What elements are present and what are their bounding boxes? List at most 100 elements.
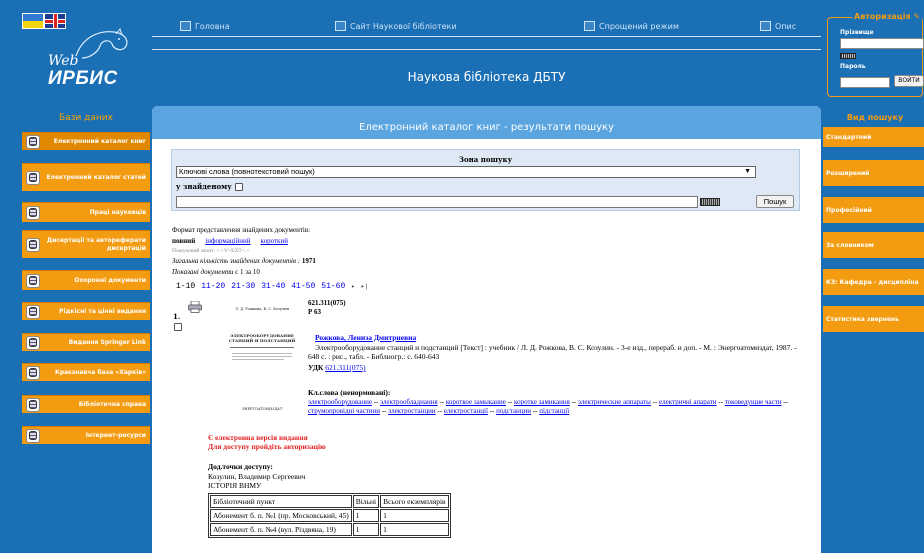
database-icon [26, 134, 40, 149]
nav-home-label: Головна [195, 21, 230, 31]
holdings-table: Бібліотечний пункт Вільні Всього екземпл… [208, 493, 451, 538]
shown-documents-value: с 1 за 10 [235, 268, 260, 276]
keyboard-icon[interactable] [700, 198, 720, 206]
keywords-title: Кл.слова (ненормовані): [308, 388, 391, 397]
page-link[interactable]: 31-40 [261, 282, 285, 291]
db-item-label: Бібліотечна справа [78, 400, 146, 408]
keyword-separator: -- [380, 407, 389, 415]
database-icon [26, 304, 40, 319]
english-flag-icon[interactable] [44, 13, 66, 29]
record-shelfmark: 621.311(075) Р 63 [308, 299, 346, 317]
format-full[interactable]: повний [172, 237, 195, 245]
nav-description[interactable]: Опис [760, 18, 796, 34]
nav-simple-mode[interactable]: Спрощений режим [584, 18, 679, 34]
search-view-standard[interactable]: Стандартний [823, 127, 924, 147]
db-item-articles-catalog[interactable]: Електронний каталог статей [22, 163, 150, 191]
db-item-label: Дисертації та автореферати дисертацій [46, 236, 146, 252]
ukrainian-flag-icon[interactable] [22, 13, 44, 29]
keyword-link[interactable]: токоведущие части [725, 398, 782, 406]
db-item-label: Краєзнавча база «Харків» [54, 368, 146, 376]
keyword-link[interactable]: электрообладнання [380, 398, 438, 406]
login-button[interactable]: ВОЙТИ [894, 75, 924, 87]
keyword-link[interactable]: короткое замыкание [446, 398, 506, 406]
authorization-title: Авторизація ✎ [852, 12, 923, 21]
keyword-separator: -- [435, 407, 444, 415]
search-button[interactable]: Пошук [756, 195, 794, 208]
db-item-dissertations[interactable]: Дисертації та автореферати дисертацій [22, 230, 150, 258]
access-point-person: Козулин, Владимир Сергеевич [208, 472, 306, 481]
db-item-label: Видання Springer Link [68, 338, 146, 346]
in-found-checkbox[interactable] [234, 182, 243, 191]
table-row: Абонемент б. п. №1 (пр. Московський, 45)… [210, 509, 449, 522]
search-view-department-discipline[interactable]: КЗ: Кафедра - дисципліна [823, 269, 924, 295]
access-points-title: Дод.точки доступу: [208, 462, 273, 471]
surname-input[interactable] [840, 38, 924, 49]
keyword-link[interactable]: электрические аппараты [578, 398, 651, 406]
next-page-icon[interactable]: ▸ [351, 283, 355, 290]
db-item-internet-resources[interactable]: Інтернет-ресурси [22, 426, 150, 444]
in-found-option: у знайденому [176, 182, 243, 191]
keyword-link[interactable]: струмопровідні частини [308, 407, 380, 415]
db-item-springer-link[interactable]: Видання Springer Link [22, 333, 150, 351]
page-link[interactable]: 11-20 [201, 282, 225, 291]
keyword-separator: -- [505, 398, 515, 406]
record-udc: УДК 621.311(075) [308, 363, 366, 372]
page-link[interactable]: 21-30 [231, 282, 255, 291]
databases-heading: Бази даних [59, 113, 113, 123]
search-view-dictionary[interactable]: За словником [823, 232, 924, 258]
database-icon [26, 335, 40, 350]
keyword-link[interactable]: електростанції [444, 407, 488, 415]
search-view-professional[interactable]: Професійний [823, 197, 924, 223]
search-view-extended[interactable]: Розширений [823, 160, 924, 186]
nav-library-site[interactable]: Сайт Наукової бібліотеки [335, 18, 457, 34]
holdings-cell: Абонемент б. п. №1 (пр. Московський, 45) [210, 509, 352, 522]
search-input[interactable] [176, 196, 698, 208]
search-view-heading: Вид пошуку [846, 113, 904, 122]
keyword-link[interactable]: электростанции [388, 407, 435, 415]
book-cover-image[interactable]: Л. Д. Рожкова, В. С. Козулин ЭЛЕКТРООБОР… [222, 303, 302, 415]
page-link[interactable]: 51-60 [321, 282, 345, 291]
keyword-link[interactable]: підстанції [539, 407, 569, 415]
password-input[interactable] [840, 77, 890, 88]
db-item-library-science[interactable]: Бібліотечна справа [22, 395, 150, 413]
page-link[interactable]: 1-10 [176, 282, 195, 291]
search-field-select[interactable]: Ключові слова (повнотекстовий пошук) ▼ [176, 166, 756, 178]
electronic-version-notice: Є електронна версія видання [208, 433, 308, 442]
search-view-statistics[interactable]: Статистика звернень [823, 306, 924, 332]
database-icon [26, 273, 40, 288]
page-link[interactable]: 41-50 [291, 282, 315, 291]
keyword-link[interactable]: електричні апарати [659, 398, 716, 406]
db-item-books-catalog[interactable]: Електронний каталог книг [22, 132, 150, 150]
cover-rule [232, 359, 284, 360]
keyword-separator: -- [650, 398, 660, 406]
db-item-kharkiv-local-lore[interactable]: Краєзнавча база «Харків» [22, 363, 150, 381]
panther-icon [75, 28, 128, 59]
nav-home[interactable]: Головна [180, 18, 230, 34]
cover-rule [230, 347, 294, 348]
monitor-icon [180, 21, 191, 31]
monitor-icon [584, 21, 595, 31]
udc-link[interactable]: 621.311(075) [325, 363, 365, 372]
search-zone: Зона пошуку Ключові слова (повнотекстови… [171, 149, 800, 211]
keyboard-icon[interactable] [840, 53, 856, 59]
db-item-scientists-works[interactable]: Праці науковців [22, 202, 150, 222]
keyword-separator: -- [569, 398, 578, 406]
format-informational-link[interactable]: інформаційний [205, 237, 250, 245]
last-page-icon[interactable]: ▸| [361, 283, 368, 290]
record-select-checkbox[interactable] [174, 323, 182, 331]
cover-rule [232, 353, 292, 354]
keyword-link[interactable]: электрооборудование [308, 398, 372, 406]
database-icon [26, 428, 40, 443]
keyword-link[interactable]: подстанции [496, 407, 531, 415]
keyword-link[interactable]: коротке замикання [514, 398, 570, 406]
record-author-link[interactable]: Рожкова, Лениза Дмитриевна [315, 333, 416, 342]
authorization-title-label: Авторизація [854, 12, 911, 21]
holdings-cell: Абонемент б. п. №4 (вул. Різдвяна, 19) [210, 523, 352, 536]
main-panel: Електронний каталог книг - результати по… [152, 106, 821, 553]
printer-icon[interactable] [188, 301, 202, 313]
db-item-protection-documents[interactable]: Охоронні документи [22, 270, 150, 290]
format-short-link[interactable]: короткий [261, 237, 288, 245]
shelfmark-author-sign: Р 63 [308, 308, 322, 316]
keyword-separator: -- [371, 398, 381, 406]
db-item-rare-editions[interactable]: Рідкісні та цінні видання [22, 302, 150, 320]
